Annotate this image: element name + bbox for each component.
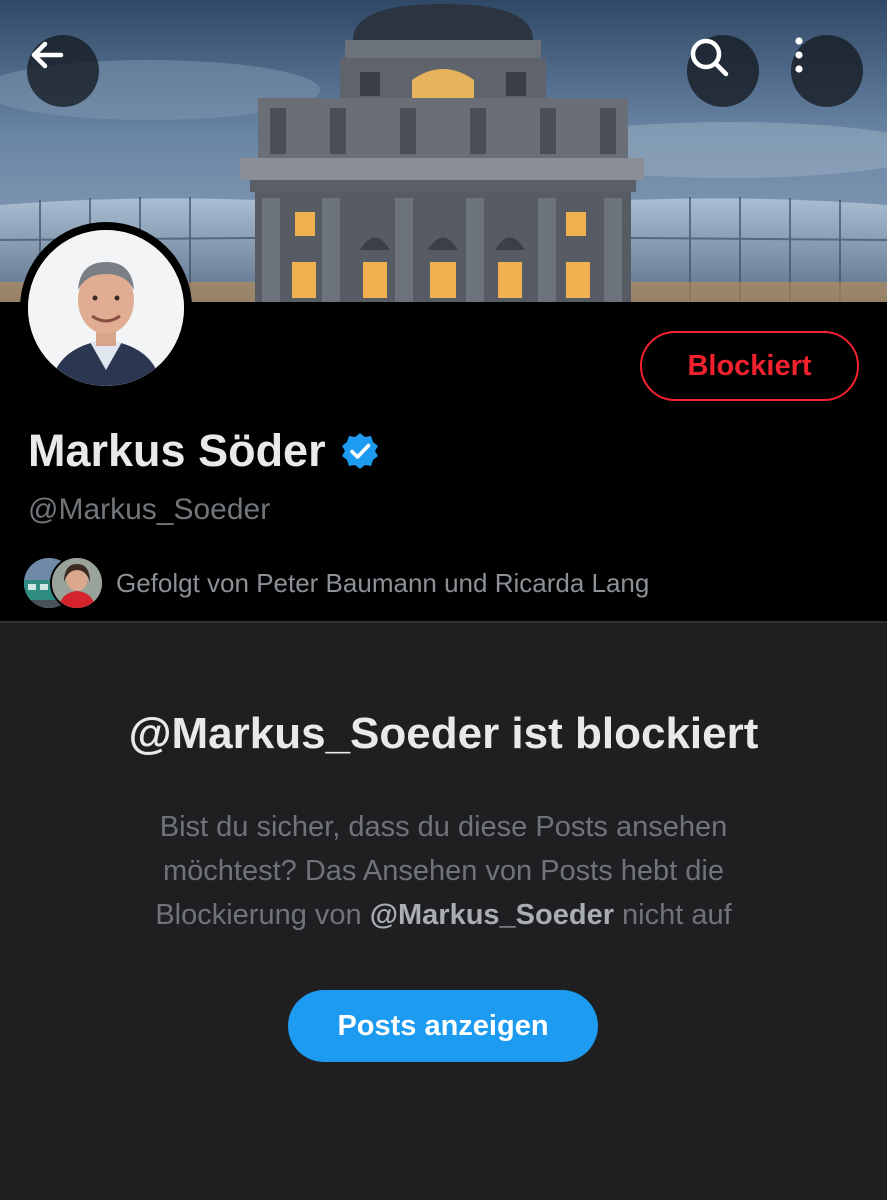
- follower-avatar-image: [52, 558, 102, 608]
- verified-badge-icon[interactable]: [340, 431, 380, 471]
- more-options-button[interactable]: [791, 35, 863, 107]
- follower-avatar: [50, 556, 104, 610]
- search-button[interactable]: [687, 35, 759, 107]
- followed-by-row[interactable]: Gefolgt von Peter Baumann und Ricarda La…: [22, 555, 649, 611]
- search-icon: [690, 38, 729, 77]
- avatar-image: [28, 230, 184, 386]
- profile-page: Blockiert Markus Söder @Markus_Soeder Ge…: [0, 0, 887, 1200]
- profile-avatar[interactable]: [20, 222, 192, 394]
- profile-handle: @Markus_Soeder: [28, 493, 271, 526]
- blocked-status-label: Blockiert: [687, 349, 812, 382]
- verified-badge-shape: [341, 433, 378, 469]
- back-button[interactable]: [27, 35, 99, 107]
- follower-avatars: [22, 555, 108, 611]
- followed-by-text: Gefolgt von Peter Baumann und Ricarda La…: [116, 568, 650, 598]
- blocked-notice-handle: @Markus_Soeder: [369, 899, 614, 931]
- blocked-notice-description: Bist du sicher, dass du diese Posts anse…: [90, 805, 797, 937]
- blocked-notice-title: @Markus_Soeder ist blockiert: [128, 709, 759, 758]
- blocked-status-button[interactable]: Blockiert: [640, 331, 859, 401]
- avatar-portrait: [28, 230, 184, 386]
- show-posts-button[interactable]: Posts anzeigen: [288, 990, 598, 1062]
- arrow-left-icon: [31, 41, 64, 69]
- more-vertical-icon: [795, 37, 803, 73]
- show-posts-label: Posts anzeigen: [337, 1009, 549, 1042]
- profile-name-row: Markus Söder: [28, 423, 380, 479]
- profile-display-name: Markus Söder: [28, 425, 326, 476]
- blocked-notice-text-end: nicht auf: [622, 899, 732, 931]
